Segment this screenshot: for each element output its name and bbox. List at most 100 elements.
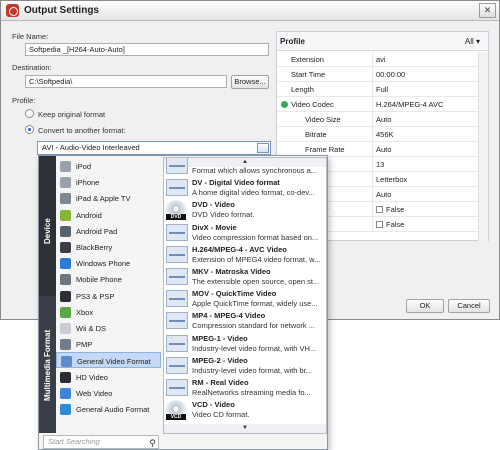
file-name-field[interactable]: Softpedia _[H264-Auto-Auto] [25,43,269,56]
cancel-button[interactable]: Cancel [448,299,490,313]
category-item[interactable]: Web Video [56,385,161,401]
film-icon [166,268,188,285]
category-icon [60,274,71,286]
profile-row-value[interactable]: 456K [376,130,394,139]
profile-row-value[interactable]: False [376,205,404,214]
checkbox-icon[interactable] [376,221,383,228]
profile-row-value[interactable]: avi [376,55,386,64]
profile-filter[interactable]: All ▾ [465,37,480,46]
format-item[interactable]: MP4 - MPEG-4 Video Compression standard f… [164,309,326,331]
disc-icon: DVD [166,200,186,221]
profile-row-value-text: Auto [376,190,392,199]
category-label: PS3 & PSP [76,291,115,301]
profile-row-value[interactable]: H.264/MPEG-4 AVC [376,100,443,109]
profile-row[interactable]: Video Size Auto [277,112,479,127]
format-item[interactable]: MOV - QuickTime Video Apple QuickTime for… [164,287,326,309]
category-item[interactable]: Wii & DS [56,320,161,336]
profile-row-value-text: 456K [376,130,394,139]
arrow-down-icon[interactable]: ▼ [164,424,326,433]
format-item[interactable]: MPEG-1 - Video Industry-level video forma… [164,332,326,354]
format-item[interactable]: MKV - Matroska Video The extensible open … [164,265,326,287]
profile-row-key: Frame Rate [305,145,345,154]
profile-row-value[interactable]: Auto [376,115,391,124]
profile-row[interactable]: Extension avi [277,52,479,67]
category-item[interactable]: General Audio Format [56,401,161,417]
category-label: HD Video [76,372,108,382]
format-item[interactable]: DivX - Movie Video compression format bas… [164,221,326,243]
search-icon[interactable]: ⚲ [149,437,156,449]
category-item[interactable]: PMP [56,336,161,352]
category-item[interactable]: General Video Format [56,352,161,369]
profile-row-value[interactable]: False [376,220,404,229]
close-icon: ✕ [483,5,492,15]
profile-row-value-text: H.264/MPEG-4 AVC [376,100,444,109]
category-item[interactable]: Android [56,207,161,223]
format-item[interactable]: VCD VCD - Video Video CD format. [164,398,326,421]
destination-field[interactable]: C:\Softpedia\ [25,75,227,88]
profile-row-value[interactable]: 13 [376,160,384,169]
format-description: Industry-level video format, with VH... [192,343,317,353]
category-item[interactable]: Windows Phone [56,255,161,271]
profile-row-value-text: avi [376,55,386,64]
profile-row-value[interactable]: Letterbox [376,175,407,184]
destination-label: Destination: [12,63,52,72]
multimedia-format-tab-label: Multimedia Format [43,329,52,401]
profile-row-divider [372,217,373,231]
profile-row[interactable]: Start Time 00:00:00 [277,67,479,82]
category-label: General Video Format [77,357,151,367]
format-description: The extensible open source, open st... [192,277,320,286]
category-item[interactable]: iPod [56,158,161,174]
category-icon [60,404,71,415]
category-icon [60,387,71,399]
profile-row-value[interactable]: Full [376,85,388,94]
format-item[interactable]: H.264/MPEG-4 - AVC Video Extension of MPE… [164,243,326,265]
format-item[interactable]: DVD DVD - Video DVD Video format. [164,198,326,221]
category-item[interactable]: Xbox [56,304,161,320]
convert-format-radio[interactable] [25,125,34,134]
profile-panel-title: Profile [280,37,305,46]
ok-button[interactable]: OK [406,299,444,313]
category-icon [60,258,71,270]
format-item[interactable]: MPEG-2 - Video Industry-level video forma… [164,354,326,376]
profile-row-value[interactable]: Auto [376,190,391,199]
category-item[interactable]: HD Video [56,369,161,385]
format-description: Video compression format based on... [192,232,319,242]
category-item[interactable]: Android Pad [56,223,161,239]
checkbox-icon[interactable] [376,206,383,213]
category-label: BlackBerry [76,243,113,252]
search-placeholder: Start Searching [48,437,100,446]
expand-bullet-icon[interactable] [281,101,288,108]
format-name: MKV - Matroska Video [192,267,271,276]
category-item[interactable]: PS3 & PSP [56,288,161,304]
keep-format-radio[interactable] [25,109,34,118]
profile-row-value[interactable]: Auto [376,145,391,154]
format-name: MPEG-1 - Video [192,333,248,343]
format-item[interactable]: RM - Real Video RealNetworks streaming me… [164,376,326,398]
browse-button[interactable]: Browse... [231,75,269,89]
category-item[interactable]: BlackBerry [56,239,161,255]
selected-format: AVI - Audio-Video Interleaved [42,143,140,152]
profile-row-divider [372,142,373,156]
profile-scrollbar[interactable] [478,52,488,241]
device-tab[interactable]: Device [39,156,56,296]
profile-row-key: Extension [291,55,324,64]
profile-row[interactable]: Length Full [277,82,479,97]
profile-row-value[interactable]: 00:00:00 [376,70,405,79]
category-item[interactable]: Mobile Phone [56,271,161,287]
close-button[interactable]: ✕ [479,3,496,18]
film-icon [166,245,188,263]
format-item[interactable]: DV - Digital Video format A home digital … [164,176,326,198]
profile-row[interactable]: Video Codec H.264/MPEG-4 AVC [277,97,479,112]
dropdown-icon[interactable] [257,143,269,153]
film-icon [166,379,188,396]
profile-row-divider [372,127,373,141]
profile-row[interactable]: Bitrate 456K [277,127,479,142]
film-icon [166,356,188,374]
multimedia-format-tab[interactable]: Multimedia Format [39,296,56,433]
format-dropdown[interactable]: AVI - Audio-Video Interleaved [37,141,271,155]
category-item[interactable]: iPad & Apple TV [56,190,161,206]
search-field[interactable]: Start Searching ⚲ [43,435,159,449]
category-item[interactable]: iPhone [56,174,161,190]
format-item[interactable]: Format which allows synchronous a... [164,158,326,176]
profile-row-divider [372,172,373,186]
